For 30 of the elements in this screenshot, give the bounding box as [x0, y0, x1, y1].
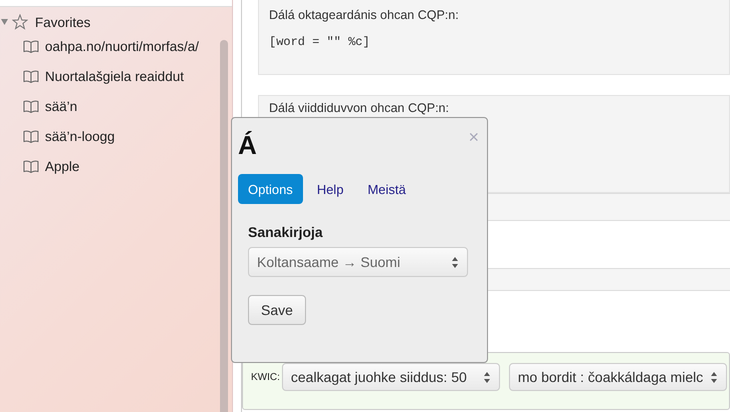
- book-icon: [23, 100, 39, 112]
- dropdown[interactable]: mo bordit : čoakkáldaga mielc: [508, 363, 727, 391]
- bookmark-item[interactable]: Apple: [45, 158, 80, 174]
- kwic-label: KWIC:: [251, 372, 280, 383]
- popup-title: Á: [238, 130, 257, 160]
- query-code: [word = "" %c]: [269, 35, 371, 49]
- disclosure-triangle-icon: [1, 18, 8, 26]
- bookmark-item[interactable]: Nuortalašgiela reaiddut: [45, 68, 184, 84]
- dropdown[interactable]: cealkagat juohke siiddus: 50: [282, 363, 500, 391]
- tab[interactable]: Help: [306, 174, 354, 204]
- scrollbar[interactable]: [220, 40, 228, 412]
- card-text: Dálá viiddiduvvon ohcan CQP:n:: [269, 101, 450, 115]
- save-button[interactable]: Save: [248, 295, 306, 325]
- bookmark-item[interactable]: oahpa.no/nuorti/morfas/a/: [45, 38, 199, 54]
- field-label: Sanakirjoja: [248, 224, 324, 240]
- book-icon: [23, 40, 39, 52]
- book-icon: [23, 130, 39, 142]
- dropdown[interactable]: Koltansaame → Suomi: [248, 247, 468, 277]
- tab[interactable]: Meistä: [358, 174, 416, 204]
- card-text: Dálá oktageardánis ohcan CQP:n:: [269, 8, 460, 22]
- tab[interactable]: Options: [238, 174, 303, 204]
- bookmark-item[interactable]: sää’n: [45, 98, 78, 114]
- star-icon: [12, 14, 28, 30]
- updown-arrows-icon: [482, 370, 491, 384]
- bookmark-item[interactable]: sää’n-loogg: [45, 128, 115, 144]
- section-label[interactable]: Favorites: [35, 14, 91, 30]
- updown-arrows-icon: [710, 370, 718, 384]
- book-icon: [23, 70, 39, 82]
- book-icon: [23, 160, 39, 172]
- updown-arrows-icon: [451, 256, 459, 268]
